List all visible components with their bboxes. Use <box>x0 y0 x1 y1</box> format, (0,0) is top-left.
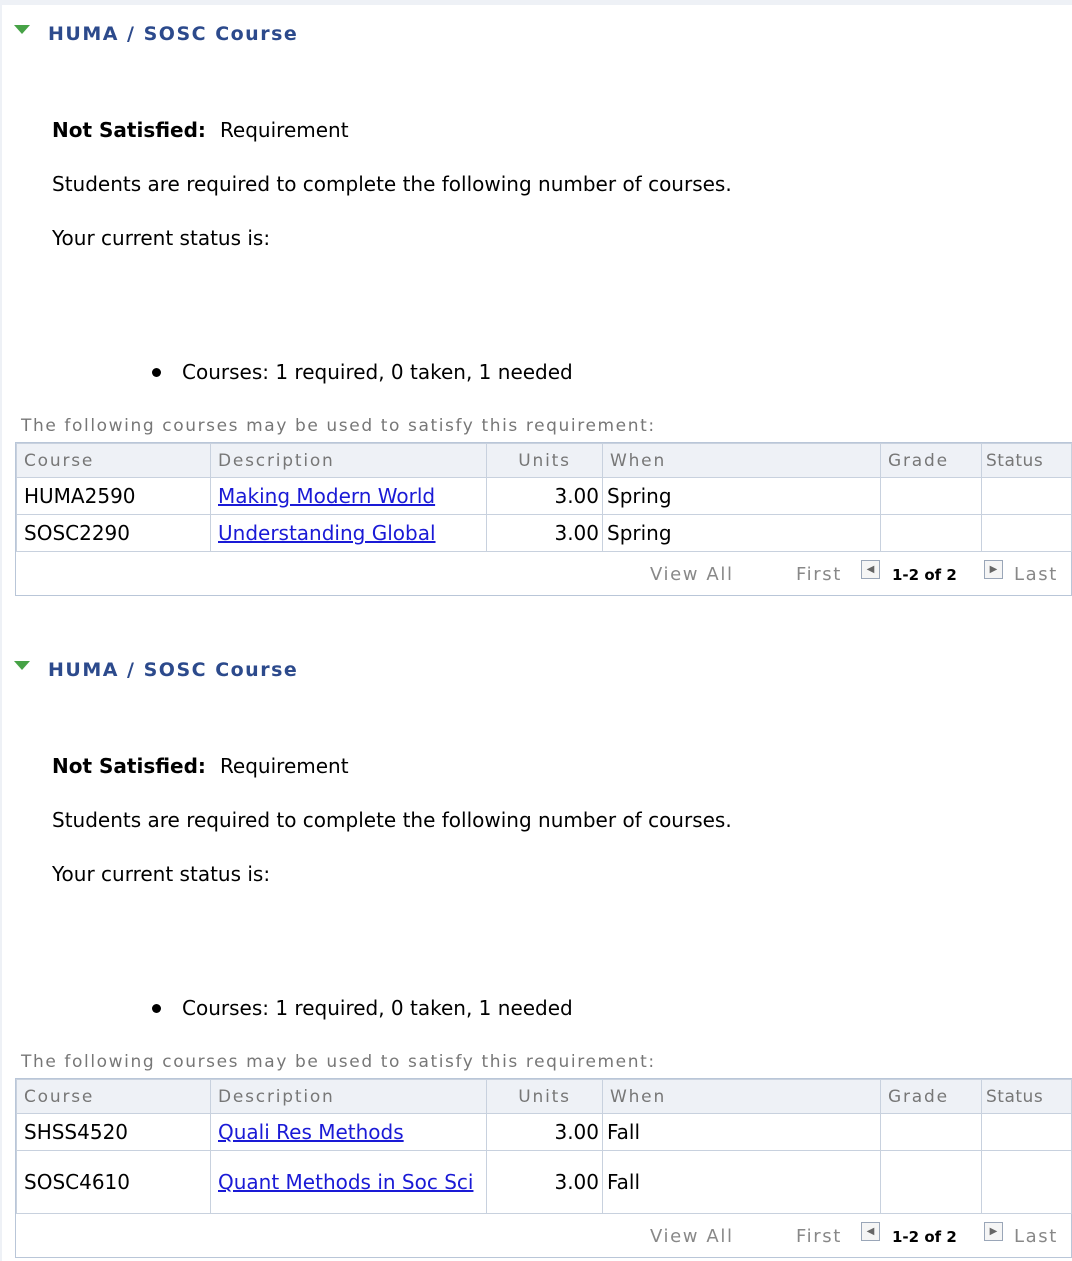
grade-cell <box>880 514 982 552</box>
status-cell <box>981 1150 1072 1214</box>
when-cell: Fall <box>602 1113 881 1151</box>
next-page-button[interactable]: ▶ <box>984 560 1003 579</box>
col-header-units: Units <box>486 443 603 478</box>
course-cell: SOSC4610 <box>16 1150 211 1214</box>
left-arrow-icon: ◀ <box>866 564 875 575</box>
units-cell: 3.00 <box>486 1150 603 1214</box>
courses-grid: Course Description Units When Grade Stat… <box>15 1078 1072 1258</box>
course-cell: SOSC2290 <box>16 514 211 552</box>
grid-footer: View All First ◀ 1-2 of 2 ▶ Last <box>16 554 1071 595</box>
page-range: 1-2 of 2 <box>892 1228 957 1246</box>
status-cell <box>981 514 1072 552</box>
table-row: HUMA2590 Making Modern World 3.00 Spring <box>16 477 1072 515</box>
grid-footer: View All First ◀ 1-2 of 2 ▶ Last <box>16 1216 1071 1257</box>
table-row: SOSC4610 Quant Methods in Soc Sci 3.00 F… <box>16 1150 1072 1214</box>
current-status-text: Your current status is: <box>52 862 271 886</box>
courses-summary: Courses: 1 required, 0 taken, 1 needed <box>182 360 573 384</box>
last-link[interactable]: Last <box>1014 564 1058 585</box>
first-link[interactable]: First <box>796 1226 842 1247</box>
section-header-toggle[interactable]: HUMA / SOSC Course <box>14 21 298 47</box>
description-cell: Understanding Global <box>210 514 487 552</box>
courses-grid: Course Description Units When Grade Stat… <box>15 442 1072 596</box>
col-header-grade: Grade <box>880 443 982 478</box>
right-arrow-icon: ▶ <box>989 1226 998 1237</box>
courses-bullet: Courses: 1 required, 0 taken, 1 needed <box>152 360 573 384</box>
left-arrow-icon: ◀ <box>866 1226 875 1237</box>
col-header-description: Description <box>210 443 487 478</box>
col-header-status: Status <box>981 443 1072 478</box>
col-header-units: Units <box>486 1079 603 1114</box>
course-description-link[interactable]: Making Modern World <box>218 484 435 508</box>
prev-page-button[interactable]: ◀ <box>861 1222 880 1241</box>
prev-page-button[interactable]: ◀ <box>861 560 880 579</box>
col-header-description: Description <box>210 1079 487 1114</box>
bullet-dot-icon <box>152 367 161 377</box>
section-header-toggle[interactable]: HUMA / SOSC Course <box>14 657 298 683</box>
table-row: SHSS4520 Quali Res Methods 3.00 Fall <box>16 1113 1072 1151</box>
col-header-status: Status <box>981 1079 1072 1114</box>
grade-cell <box>880 477 982 515</box>
col-header-course: Course <box>16 1079 211 1114</box>
status-label: Not Satisfied: <box>52 118 206 142</box>
top-border <box>0 0 1072 5</box>
col-header-when: When <box>602 443 881 478</box>
courses-summary: Courses: 1 required, 0 taken, 1 needed <box>182 996 573 1020</box>
requirement-section-1: HUMA / SOSC Course Not Satisfied: Require… <box>0 21 1072 596</box>
grid-header-row: Course Description Units When Grade Stat… <box>16 1079 1072 1114</box>
requirement-section-2: HUMA / SOSC Course Not Satisfied: Require… <box>0 657 1072 1261</box>
course-cell: SHSS4520 <box>16 1113 211 1151</box>
status-cell <box>981 1113 1072 1151</box>
table-row: SOSC2290 Understanding Global 3.00 Sprin… <box>16 514 1072 552</box>
when-cell: Spring <box>602 477 881 515</box>
courses-note: The following courses may be used to sat… <box>21 1052 656 1072</box>
course-description-link[interactable]: Quant Methods in Soc Sci <box>218 1170 473 1194</box>
right-arrow-icon: ▶ <box>989 564 998 575</box>
course-description-link[interactable]: Quali Res Methods <box>218 1120 404 1144</box>
col-header-grade: Grade <box>880 1079 982 1114</box>
status-cell <box>981 477 1072 515</box>
section-title: HUMA / SOSC Course <box>48 659 299 681</box>
description-cell: Quali Res Methods <box>210 1113 487 1151</box>
page-range: 1-2 of 2 <box>892 566 957 584</box>
first-link[interactable]: First <box>796 564 842 585</box>
collapse-triangle-icon[interactable] <box>14 24 30 34</box>
current-status-text: Your current status is: <box>52 226 271 250</box>
status-value: Requirement <box>219 118 349 142</box>
grid-header-row: Course Description Units When Grade Stat… <box>16 443 1072 478</box>
courses-note: The following courses may be used to sat… <box>21 416 656 436</box>
requirement-status-line: Not Satisfied: Requirement <box>52 754 349 778</box>
col-header-course: Course <box>16 443 211 478</box>
grade-cell <box>880 1113 982 1151</box>
grade-cell <box>880 1150 982 1214</box>
section-title: HUMA / SOSC Course <box>48 23 299 45</box>
when-cell: Fall <box>602 1150 881 1214</box>
view-all-link[interactable]: View All <box>650 564 734 585</box>
view-all-link[interactable]: View All <box>650 1226 734 1247</box>
requirement-status-line: Not Satisfied: Requirement <box>52 118 349 142</box>
courses-bullet: Courses: 1 required, 0 taken, 1 needed <box>152 996 573 1020</box>
course-cell: HUMA2590 <box>16 477 211 515</box>
units-cell: 3.00 <box>486 514 603 552</box>
course-description-link[interactable]: Understanding Global <box>218 521 436 545</box>
next-page-button[interactable]: ▶ <box>984 1222 1003 1241</box>
col-header-when: When <box>602 1079 881 1114</box>
collapse-triangle-icon[interactable] <box>14 660 30 670</box>
status-value: Requirement <box>219 754 349 778</box>
status-label: Not Satisfied: <box>52 754 206 778</box>
units-cell: 3.00 <box>486 1113 603 1151</box>
description-cell: Making Modern World <box>210 477 487 515</box>
units-cell: 3.00 <box>486 477 603 515</box>
bullet-dot-icon <box>152 1003 161 1013</box>
last-link[interactable]: Last <box>1014 1226 1058 1247</box>
requirement-description: Students are required to complete the fo… <box>52 808 732 832</box>
when-cell: Spring <box>602 514 881 552</box>
description-cell: Quant Methods in Soc Sci <box>210 1150 487 1214</box>
requirement-description: Students are required to complete the fo… <box>52 172 732 196</box>
